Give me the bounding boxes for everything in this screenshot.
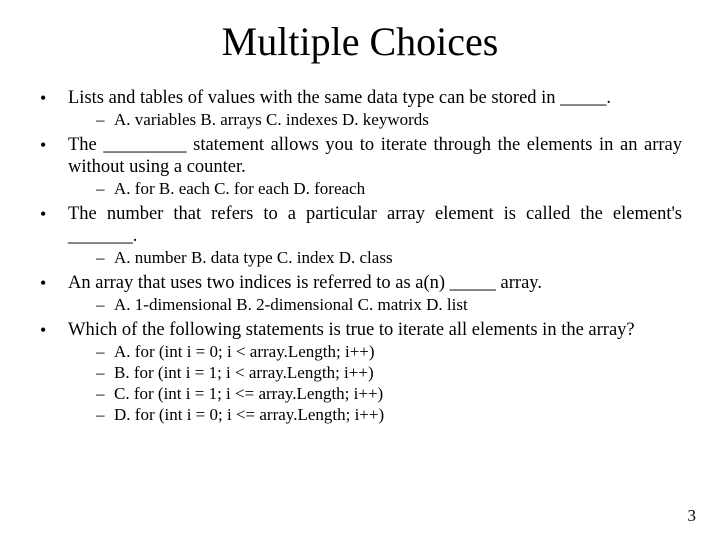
page-title: Multiple Choices xyxy=(38,18,682,65)
choice-d: D. for (int i = 0; i <= array.Length; i+… xyxy=(114,405,682,425)
dash-icon: – xyxy=(96,248,114,268)
dash-icon: – xyxy=(96,295,114,315)
choice-b: B. for (int i = 1; i < array.Length; i++… xyxy=(114,363,682,383)
bullet-icon: • xyxy=(38,319,68,341)
question-1: • Lists and tables of values with the sa… xyxy=(38,87,682,130)
dash-icon: – xyxy=(96,384,114,404)
slide: Multiple Choices • Lists and tables of v… xyxy=(0,0,720,540)
dash-icon: – xyxy=(96,363,114,383)
dash-icon: – xyxy=(96,110,114,130)
question-2: • The _________ statement allows you to … xyxy=(38,134,682,199)
dash-icon: – xyxy=(96,342,114,362)
choices-text: A. 1-dimensional B. 2-dimensional C. mat… xyxy=(114,295,682,315)
bullet-icon: • xyxy=(38,203,68,225)
choice-c: C. for (int i = 1; i <= array.Length; i+… xyxy=(114,384,682,404)
choices-text: A. variables B. arrays C. indexes D. key… xyxy=(114,110,682,130)
page-number: 3 xyxy=(688,506,697,526)
bullet-icon: • xyxy=(38,272,68,294)
bullet-icon: • xyxy=(38,134,68,156)
question-text: The number that refers to a particular a… xyxy=(68,203,682,247)
question-5: • Which of the following statements is t… xyxy=(38,319,682,425)
question-3: • The number that refers to a particular… xyxy=(38,203,682,268)
question-text: Which of the following statements is tru… xyxy=(68,319,682,341)
question-4: • An array that uses two indices is refe… xyxy=(38,272,682,315)
question-text: Lists and tables of values with the same… xyxy=(68,87,682,109)
dash-icon: – xyxy=(96,179,114,199)
bullet-icon: • xyxy=(38,87,68,109)
choices-text: A. number B. data type C. index D. class xyxy=(114,248,682,268)
question-list: • Lists and tables of values with the sa… xyxy=(38,87,682,425)
choices-text: A. for B. each C. for each D. foreach xyxy=(114,179,682,199)
choice-a: A. for (int i = 0; i < array.Length; i++… xyxy=(114,342,682,362)
dash-icon: – xyxy=(96,405,114,425)
question-text: An array that uses two indices is referr… xyxy=(68,272,682,294)
question-text: The _________ statement allows you to it… xyxy=(68,134,682,178)
